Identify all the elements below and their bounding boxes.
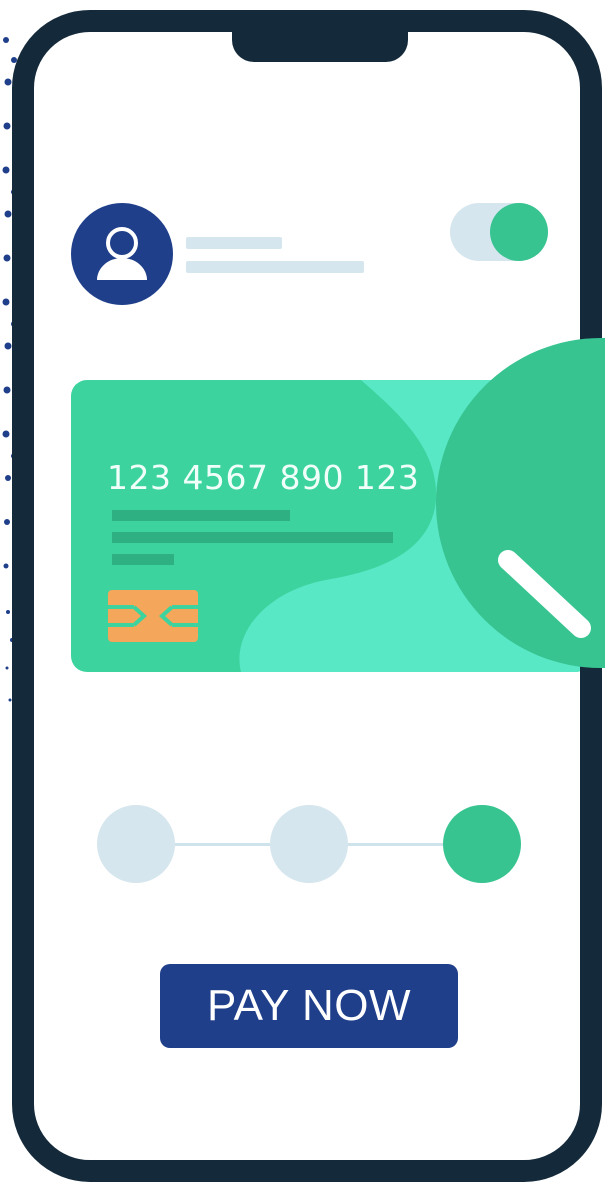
pay-now-button[interactable]: PAY NOW: [160, 964, 458, 1048]
toggle-knob: [490, 203, 548, 261]
card-detail-placeholder: [112, 532, 393, 543]
card-expiry-placeholder: [112, 554, 174, 565]
success-badge: [436, 338, 605, 668]
screen: 123 4567 890 123 PAY NOW: [0, 0, 605, 1184]
step-3-active[interactable]: [443, 805, 521, 883]
avatar[interactable]: [71, 203, 173, 305]
phone-notch: [232, 32, 408, 62]
step-2[interactable]: [270, 805, 348, 883]
user-icon: [97, 227, 147, 280]
step-1[interactable]: [97, 805, 175, 883]
user-name-placeholder: [186, 237, 282, 249]
card-holder-placeholder: [112, 510, 290, 521]
card-number: 123 4567 890 123: [107, 458, 420, 497]
settings-toggle[interactable]: [450, 203, 548, 261]
card-chip-icon: [108, 590, 198, 642]
checkmark-icon: [498, 550, 591, 638]
user-detail-placeholder: [186, 261, 364, 273]
